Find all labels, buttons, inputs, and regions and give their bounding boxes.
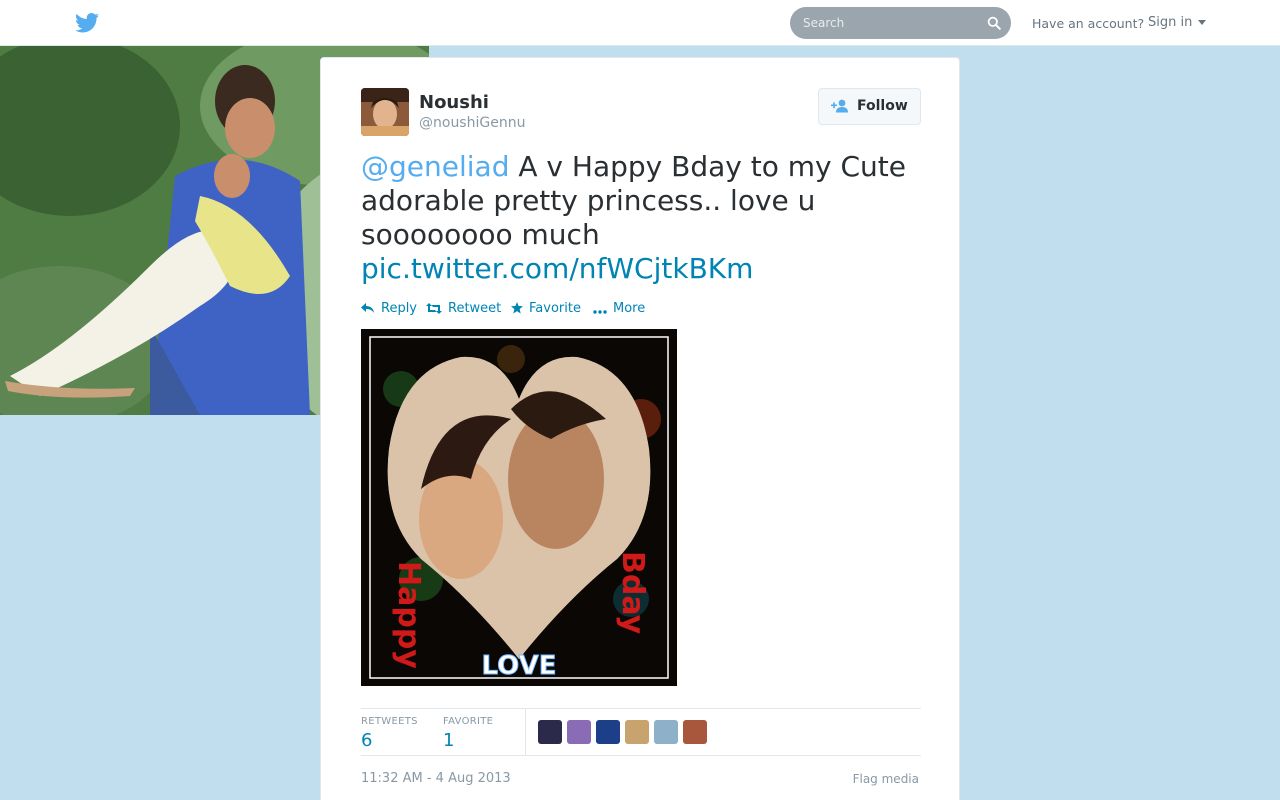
more-dots-icon bbox=[593, 310, 607, 314]
retweet-label: Retweet bbox=[448, 301, 502, 316]
tweet-card: Noushi @noushiGennu Follow @geneliad A v… bbox=[320, 57, 960, 800]
caret-down-icon bbox=[1198, 20, 1207, 25]
favoriter-avatar[interactable] bbox=[625, 720, 649, 744]
author-handle[interactable]: @noushiGennu bbox=[419, 115, 525, 131]
retweet-icon bbox=[426, 303, 442, 314]
sign-in-label: Sign in bbox=[1148, 15, 1193, 30]
retweets-count[interactable]: 6 bbox=[361, 730, 372, 751]
avatar[interactable] bbox=[361, 88, 409, 136]
retweet-action[interactable]: Retweet bbox=[426, 301, 501, 316]
search-box bbox=[790, 7, 1011, 39]
top-bar: Have an account? Sign in bbox=[0, 0, 1280, 46]
favorite-label: Favorite bbox=[529, 301, 581, 316]
favorites-label: FAVORITE bbox=[443, 716, 494, 727]
avatar-image bbox=[361, 88, 409, 136]
have-account-text: Have an account? bbox=[1032, 16, 1145, 31]
stats-divider bbox=[525, 709, 526, 755]
author-name[interactable]: Noushi bbox=[419, 92, 489, 113]
favoriter-avatar[interactable] bbox=[654, 720, 678, 744]
sign-in-dropdown[interactable]: Sign in bbox=[1148, 15, 1207, 30]
favoriter-avatar[interactable] bbox=[538, 720, 562, 744]
favoriter-avatar[interactable] bbox=[683, 720, 707, 744]
favoriter-avatar[interactable] bbox=[567, 720, 591, 744]
more-action[interactable]: More bbox=[593, 301, 645, 316]
retweets-label: RETWEETS bbox=[361, 716, 418, 727]
reply-icon bbox=[361, 303, 374, 313]
favoriter-avatar[interactable] bbox=[596, 720, 620, 744]
media-text-love: LOVE bbox=[482, 651, 557, 681]
reply-action[interactable]: Reply bbox=[361, 301, 417, 316]
more-label: More bbox=[613, 301, 646, 316]
media-text-bday: Bday bbox=[615, 551, 650, 635]
favorite-action[interactable]: Favorite bbox=[511, 301, 581, 316]
tweet-media[interactable]: Happy Bday LOVE bbox=[361, 329, 677, 686]
follow-button[interactable]: Follow bbox=[818, 88, 921, 125]
favorites-count[interactable]: 1 bbox=[443, 730, 454, 751]
reply-label: Reply bbox=[381, 301, 418, 316]
pic-link[interactable]: pic.twitter.com/nfWCjtkBKm bbox=[361, 252, 753, 285]
search-icon[interactable] bbox=[987, 16, 1001, 30]
flag-media-link[interactable]: Flag media bbox=[853, 772, 919, 786]
media-text-happy: Happy bbox=[391, 561, 426, 669]
media-image: Happy Bday LOVE bbox=[361, 329, 677, 686]
tweet-text: @geneliad A v Happy Bday to my Cute ador… bbox=[361, 150, 931, 286]
star-icon bbox=[511, 302, 523, 314]
search-input[interactable] bbox=[790, 7, 980, 39]
twitter-bird-icon[interactable] bbox=[75, 13, 99, 33]
mention-link[interactable]: @geneliad bbox=[361, 150, 509, 183]
tweet-timestamp[interactable]: 11:32 AM - 4 Aug 2013 bbox=[361, 771, 511, 786]
add-user-icon bbox=[831, 99, 848, 113]
follow-label: Follow bbox=[857, 98, 908, 114]
tweet-stats: RETWEETS 6 FAVORITE 1 bbox=[361, 708, 921, 756]
